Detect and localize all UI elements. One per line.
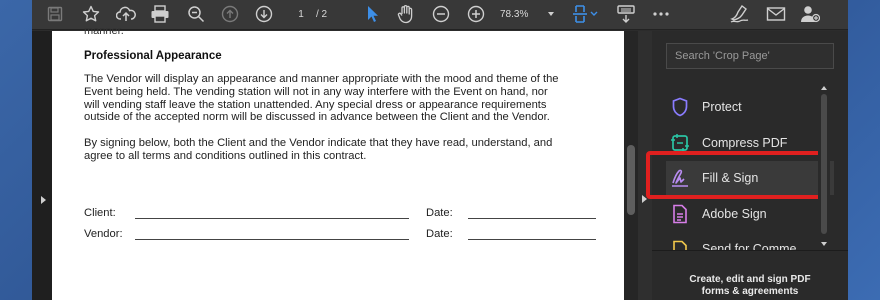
paragraph-line: Event being held. The vending station wi… (84, 85, 548, 98)
client-date-line[interactable] (468, 218, 596, 219)
tool-label: Adobe Sign (702, 207, 767, 221)
section-heading: Professional Appearance (84, 50, 222, 62)
tools-pane-scrollbar[interactable] (818, 82, 830, 250)
top-toolbar: 1 / 2 78.3% (32, 0, 848, 30)
client-signature-line[interactable] (135, 218, 409, 219)
paragraph-line: outside of the accepted norm will be dis… (84, 111, 550, 124)
zoom-level-dropdown[interactable]: 78.3% (500, 5, 554, 23)
cut-off-text: manner. (84, 25, 124, 37)
select-tool-icon[interactable] (362, 3, 384, 25)
paragraph-signing: By signing below, both the Client and th… (84, 137, 552, 163)
scrollbar-thumb[interactable] (821, 94, 827, 234)
vendor-label: Vendor: (84, 228, 123, 240)
tool-label: Protect (702, 100, 742, 114)
scroll-down-icon[interactable] (821, 242, 827, 246)
footer-line: forms & agreements (701, 286, 799, 297)
vendor-date-line[interactable] (468, 239, 596, 240)
paragraph-appearance: The Vendor will display an appearance an… (84, 73, 559, 124)
tool-adobe-sign[interactable]: Adobe Sign (666, 197, 834, 231)
acrobat-window: 1 / 2 78.3% manner. Professional Appeara… (32, 0, 848, 300)
save-icon[interactable] (44, 3, 66, 25)
tool-label: Compress PDF (702, 136, 788, 150)
next-page-icon[interactable] (252, 3, 276, 25)
email-icon[interactable] (764, 3, 788, 25)
paragraph-line: The Vendor will display an appearance an… (84, 73, 559, 85)
star-icon[interactable] (80, 3, 102, 25)
tool-send-for-comment[interactable]: Send for Comme (666, 232, 834, 250)
paragraph-line: By signing below, both the Client and th… (84, 137, 553, 149)
adobe-sign-icon (668, 202, 692, 226)
tool-search-input[interactable]: Search 'Crop Page' (666, 43, 834, 69)
client-date-label: Date: (426, 207, 453, 219)
print-icon[interactable] (148, 3, 172, 25)
scroll-up-icon[interactable] (821, 86, 827, 90)
cloud-upload-icon[interactable] (114, 3, 138, 25)
client-label: Client: (84, 207, 116, 219)
scrolling-mode-icon[interactable] (614, 3, 638, 25)
vendor-signature-line[interactable] (135, 239, 409, 240)
vendor-date-label: Date: (426, 228, 453, 240)
tool-label: Send for Comme (702, 242, 797, 250)
page-navigator: 1 / 2 (290, 5, 327, 23)
zoom-out-icon[interactable] (430, 3, 452, 25)
paragraph-line: agree to all terms and conditions outlin… (84, 149, 367, 162)
page-total: / 2 (316, 8, 328, 20)
shield-icon (668, 95, 692, 119)
zoom-search-icon[interactable] (184, 3, 208, 25)
current-page-input[interactable]: 1 (290, 9, 312, 20)
zoom-in-icon[interactable] (465, 3, 487, 25)
tool-protect[interactable]: Protect (666, 90, 834, 124)
pane-divider (652, 250, 848, 251)
pane-footer-text: Create, edit and sign PDF forms & agreem… (652, 274, 848, 298)
scrollbar-thumb[interactable] (627, 145, 635, 215)
document-scrollbar[interactable] (624, 31, 638, 300)
document-viewer[interactable]: manner. Professional Appearance The Vend… (32, 25, 652, 300)
page-display-icon[interactable] (570, 3, 602, 25)
paragraph-line: will vending staff leave the station una… (84, 98, 547, 111)
send-for-comment-icon (668, 238, 692, 250)
more-options-icon[interactable] (650, 3, 672, 25)
zoom-level-value: 78.3% (500, 8, 529, 20)
sign-pen-icon[interactable] (728, 3, 752, 25)
previous-page-icon[interactable] (218, 3, 242, 25)
chevron-down-icon (548, 12, 554, 16)
hand-tool-icon[interactable] (394, 3, 418, 25)
footer-line: Create, edit and sign PDF (689, 274, 811, 285)
add-user-icon[interactable] (798, 3, 822, 25)
highlight-annotation (646, 151, 824, 199)
pdf-page[interactable]: manner. Professional Appearance The Vend… (52, 25, 624, 300)
left-pane-expand-icon[interactable] (41, 196, 46, 204)
